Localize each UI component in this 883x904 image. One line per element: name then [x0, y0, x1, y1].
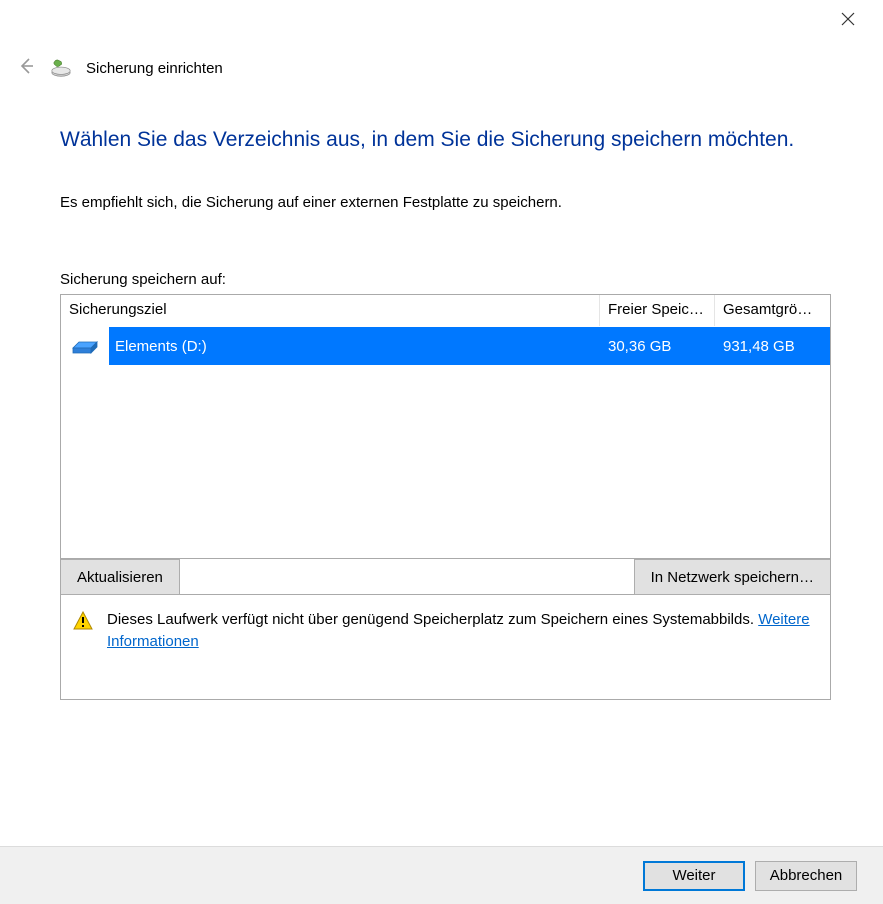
content-area: Wählen Sie das Verzeichnis aus, in dem S…: [60, 125, 831, 700]
column-header-total[interactable]: Gesamtgrö…: [715, 295, 830, 326]
drive-action-row: Aktualisieren In Netzwerk speichern…: [60, 559, 831, 595]
column-header-free[interactable]: Freier Speic…: [600, 295, 715, 326]
backup-icon: [50, 57, 72, 79]
column-header-target[interactable]: Sicherungsziel: [61, 295, 600, 326]
spacer: [180, 559, 634, 595]
drive-total-size: 931,48 GB: [715, 327, 830, 365]
close-button[interactable]: [841, 12, 863, 34]
warning-message: Dieses Laufwerk verfügt nicht über genüg…: [107, 611, 758, 628]
drive-row[interactable]: Elements (D:) 30,36 GB 931,48 GB: [61, 327, 830, 365]
back-arrow-icon[interactable]: [16, 56, 36, 80]
recommendation-text: Es empfiehlt sich, die Sicherung auf ein…: [60, 194, 831, 211]
wizard-title: Sicherung einrichten: [86, 60, 223, 77]
drive-free-space: 30,36 GB: [600, 327, 715, 365]
refresh-button[interactable]: Aktualisieren: [61, 559, 180, 595]
drive-list[interactable]: Sicherungsziel Freier Speic… Gesamtgrö… …: [60, 294, 831, 559]
backup-wizard-window: Sicherung einrichten Wählen Sie das Verz…: [0, 0, 883, 904]
wizard-footer: Weiter Abbrechen: [0, 846, 883, 904]
drive-list-header[interactable]: Sicherungsziel Freier Speic… Gesamtgrö…: [61, 295, 830, 327]
warning-icon: [73, 611, 93, 631]
cancel-button[interactable]: Abbrechen: [755, 861, 857, 891]
drive-list-label: Sicherung speichern auf:: [60, 271, 831, 288]
main-heading: Wählen Sie das Verzeichnis aus, in dem S…: [60, 125, 831, 154]
warning-text: Dieses Laufwerk verfügt nicht über genüg…: [107, 609, 818, 653]
save-network-button[interactable]: In Netzwerk speichern…: [634, 559, 830, 595]
wizard-header: Sicherung einrichten: [16, 56, 867, 80]
drive-icon: [61, 327, 109, 365]
warning-panel: Dieses Laufwerk verfügt nicht über genüg…: [60, 595, 831, 700]
drive-name: Elements (D:): [109, 327, 600, 365]
next-button[interactable]: Weiter: [643, 861, 745, 891]
